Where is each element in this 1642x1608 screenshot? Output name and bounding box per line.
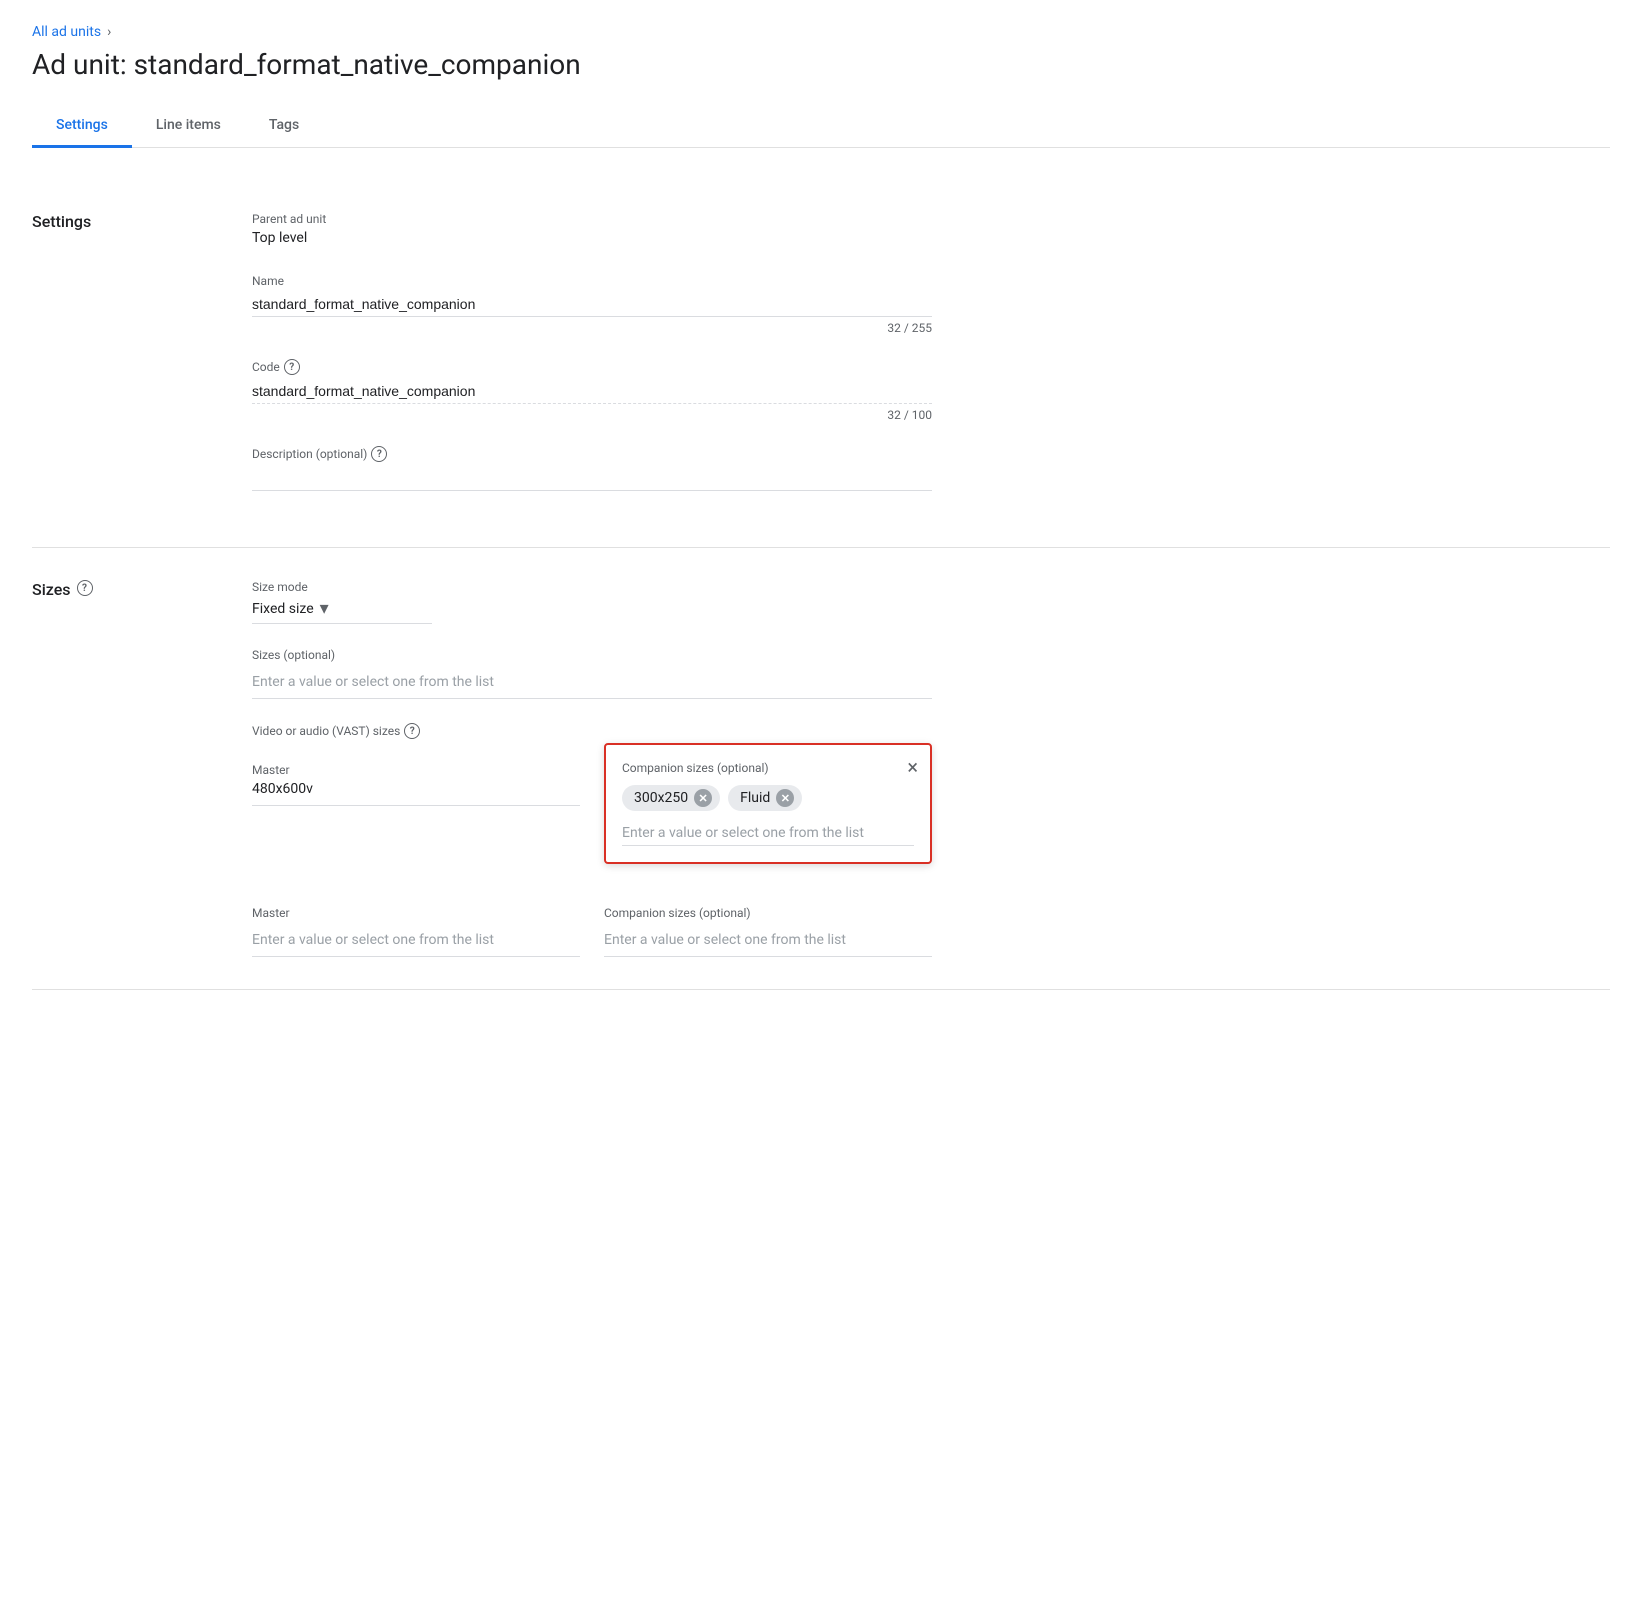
settings-section: Settings Parent ad unit Top level Name 3… [32,180,1610,548]
chip-fluid-label: Fluid [740,790,770,806]
description-help-icon[interactable]: ? [371,446,387,462]
companion-popup-close[interactable]: × [907,757,918,777]
tab-tags[interactable]: Tags [245,105,323,148]
companion-popup-title: Companion sizes (optional) [622,761,914,775]
parent-ad-unit-label: Parent ad unit [252,212,932,226]
companion-chips: 300x250 ✕ Fluid ✕ [622,785,914,811]
master-empty-row: Master Enter a value or select one from … [252,906,932,957]
code-field: Code ? 32 / 100 [252,359,932,422]
settings-section-content: Parent ad unit Top level Name 32 / 255 C… [252,212,932,515]
name-counter: 32 / 255 [252,321,932,335]
page-title: Ad unit: standard_format_native_companio… [32,48,1610,81]
master-companion-row: Master 480x600v Companion sizes (optiona… [252,763,932,806]
description-field: Description (optional) ? [252,446,932,491]
master2-col: Master Enter a value or select one from … [252,906,580,957]
description-label: Description (optional) ? [252,446,932,462]
chip-fluid: Fluid ✕ [728,785,802,811]
companion-popup: Companion sizes (optional) 300x250 ✕ Flu… [604,743,932,864]
name-label: Name [252,274,932,288]
code-counter: 32 / 100 [252,408,932,422]
sizes-section-content: Size mode Fixed size ▾ Sizes (optional) … [252,580,932,957]
chip-300x250: 300x250 ✕ [622,785,720,811]
settings-section-label: Settings [32,212,252,515]
sizes-input[interactable]: Enter a value or select one from the lis… [252,666,932,699]
name-input[interactable] [252,292,932,317]
size-mode-field: Size mode Fixed size ▾ [252,580,932,624]
sizes-field: Sizes (optional) Enter a value or select… [252,648,932,699]
vast-field: Video or audio (VAST) sizes ? [252,723,932,739]
tab-settings[interactable]: Settings [32,105,132,148]
parent-ad-unit-value: Top level [252,230,932,250]
code-input[interactable] [252,379,932,404]
companion2-input[interactable]: Enter a value or select one from the lis… [604,924,932,957]
vast-label: Video or audio (VAST) sizes ? [252,723,932,739]
master-value: 480x600v [252,781,580,801]
code-help-icon[interactable]: ? [284,359,300,375]
vast-help-icon[interactable]: ? [404,723,420,739]
sizes-optional-label: Sizes (optional) [252,648,932,662]
dropdown-arrow-icon: ▾ [320,598,329,619]
breadcrumb: All ad units › [32,24,1610,40]
size-mode-select[interactable]: Fixed size ▾ [252,598,432,624]
companion2-col: Companion sizes (optional) Enter a value… [604,906,932,957]
name-field: Name 32 / 255 [252,274,932,335]
tabs-container: Settings Line items Tags [32,105,1610,148]
master2-input[interactable]: Enter a value or select one from the lis… [252,924,580,957]
chip-300x250-remove[interactable]: ✕ [694,789,712,807]
companion-popup-input[interactable]: Enter a value or select one from the lis… [622,821,914,846]
chip-fluid-remove[interactable]: ✕ [776,789,794,807]
sizes-help-icon[interactable]: ? [77,580,93,596]
breadcrumb-link[interactable]: All ad units [32,24,101,40]
master-label: Master [252,763,580,777]
description-input[interactable] [252,466,932,491]
master-col: Master 480x600v [252,763,580,806]
breadcrumb-chevron: › [107,24,111,40]
size-mode-value: Fixed size [252,601,314,617]
parent-ad-unit-field: Parent ad unit Top level [252,212,932,250]
code-label: Code ? [252,359,932,375]
tab-line-items[interactable]: Line items [132,105,245,148]
master2-label: Master [252,906,580,920]
size-mode-label: Size mode [252,580,932,594]
chip-300x250-label: 300x250 [634,790,688,806]
sizes-section: Sizes ? Size mode Fixed size ▾ Sizes (op… [32,548,1610,990]
sizes-section-label: Sizes ? [32,580,252,957]
companion2-label: Companion sizes (optional) [604,906,932,920]
